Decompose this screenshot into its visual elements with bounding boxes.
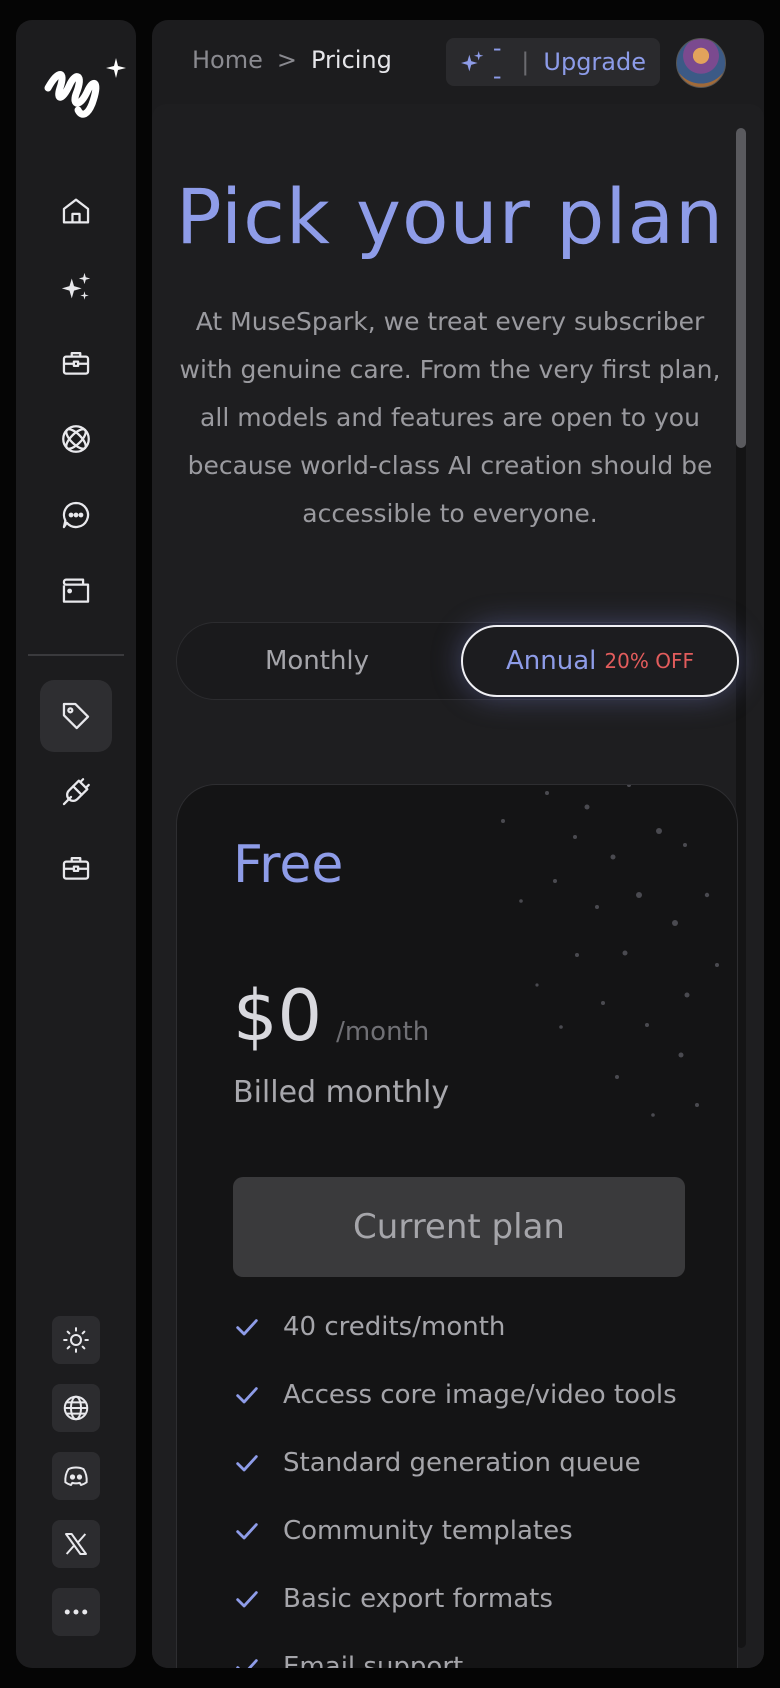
upgrade-link[interactable]: Upgrade — [543, 48, 646, 76]
feature-item: Basic export formats — [233, 1565, 677, 1633]
feature-item: 40 credits/month — [233, 1293, 677, 1361]
feature-list: 40 credits/month Access core image/video… — [233, 1293, 677, 1668]
more-dots-icon — [64, 1609, 88, 1615]
sparkles-icon — [461, 51, 484, 72]
main-panel: Home > Pricing -- | Upgrade Pick your pl… — [152, 20, 764, 1668]
scrollbar-thumb[interactable] — [736, 128, 746, 448]
language-button[interactable] — [52, 1384, 100, 1432]
feature-text: Standard generation queue — [283, 1448, 641, 1478]
billing-option-annual[interactable]: Annual 20% OFF — [461, 625, 739, 697]
billing-option-monthly[interactable]: Monthly — [177, 623, 457, 699]
check-icon — [236, 1523, 258, 1540]
breadcrumb-separator: > — [276, 46, 297, 74]
feature-item: Standard generation queue — [233, 1429, 677, 1497]
feature-text: Email support — [283, 1652, 464, 1668]
globe-icon — [63, 1395, 89, 1421]
check-icon — [236, 1387, 258, 1404]
plan-name: Free — [233, 835, 344, 895]
sidebar-item-models[interactable] — [40, 403, 112, 475]
annual-label: Annual — [506, 646, 597, 676]
feature-text: Community templates — [283, 1516, 573, 1546]
musespark-logo-icon[interactable] — [38, 48, 128, 138]
current-plan-button[interactable]: Current plan — [233, 1177, 685, 1277]
sidebar-item-workspace[interactable] — [40, 832, 112, 904]
sparkles-icon — [61, 272, 91, 300]
more-button[interactable] — [52, 1588, 100, 1636]
check-icon — [236, 1591, 258, 1608]
briefcase-icon — [62, 856, 90, 880]
breadcrumb-home-link[interactable]: Home — [192, 46, 263, 74]
sidebar-item-assets[interactable] — [40, 555, 112, 627]
theme-toggle-button[interactable] — [52, 1316, 100, 1364]
wallet-icon — [62, 578, 90, 603]
feature-text: Basic export formats — [283, 1584, 553, 1614]
sidebar-divider — [28, 654, 124, 656]
plan-card-free: Free $0 /month Billed monthly Current pl… — [176, 784, 738, 1668]
billing-note: Billed monthly — [233, 1075, 450, 1110]
price-tag-icon — [62, 702, 90, 730]
discord-button[interactable] — [52, 1452, 100, 1500]
check-icon — [236, 1455, 258, 1472]
feature-text: Access core image/video tools — [283, 1380, 677, 1410]
feature-item: Email support — [233, 1633, 677, 1668]
credits-divider: | — [521, 48, 530, 76]
feature-text: 40 credits/month — [283, 1312, 506, 1342]
pricing-content: Pick your plan At MuseSpark, we treat ev… — [152, 104, 764, 1668]
breadcrumb: Home > Pricing — [192, 46, 392, 74]
price-unit: /month — [336, 1017, 430, 1047]
page-subtitle: At MuseSpark, we treat every subscriber … — [179, 307, 721, 528]
check-icon — [236, 1659, 258, 1668]
sun-icon — [63, 1327, 89, 1353]
chat-bubble-icon — [62, 501, 90, 529]
price-amount: $0 — [233, 975, 323, 1057]
breadcrumb-current: Pricing — [310, 46, 392, 74]
plug-icon — [62, 778, 90, 806]
plan-price: $0 /month — [233, 975, 429, 1057]
x-logo-icon — [65, 1533, 87, 1555]
atom-icon — [62, 425, 90, 453]
feature-item: Access core image/video tools — [233, 1361, 677, 1429]
sidebar-item-home[interactable] — [40, 175, 112, 247]
toolbox-icon — [62, 351, 90, 375]
billing-toggle: Monthly Annual 20% OFF — [176, 622, 739, 700]
credits-value: -- — [492, 34, 502, 90]
sidebar-item-toolbox[interactable] — [40, 327, 112, 399]
credits-panel: -- | Upgrade — [446, 34, 660, 90]
feature-item: Community templates — [233, 1497, 677, 1565]
sidebar-item-pricing[interactable] — [40, 680, 112, 752]
home-icon — [62, 198, 90, 224]
sidebar-item-integrations[interactable] — [40, 756, 112, 828]
x-twitter-button[interactable] — [52, 1520, 100, 1568]
sidebar-item-ai-create[interactable] — [40, 251, 112, 323]
top-bar: Home > Pricing -- | Upgrade — [152, 20, 764, 102]
page-title: Pick your plan — [175, 172, 725, 261]
sidebar — [16, 20, 136, 1668]
sidebar-item-chat[interactable] — [40, 479, 112, 551]
check-icon — [236, 1319, 258, 1336]
discount-badge: 20% OFF — [604, 649, 694, 673]
discord-icon — [64, 1466, 88, 1486]
avatar[interactable] — [676, 38, 726, 88]
